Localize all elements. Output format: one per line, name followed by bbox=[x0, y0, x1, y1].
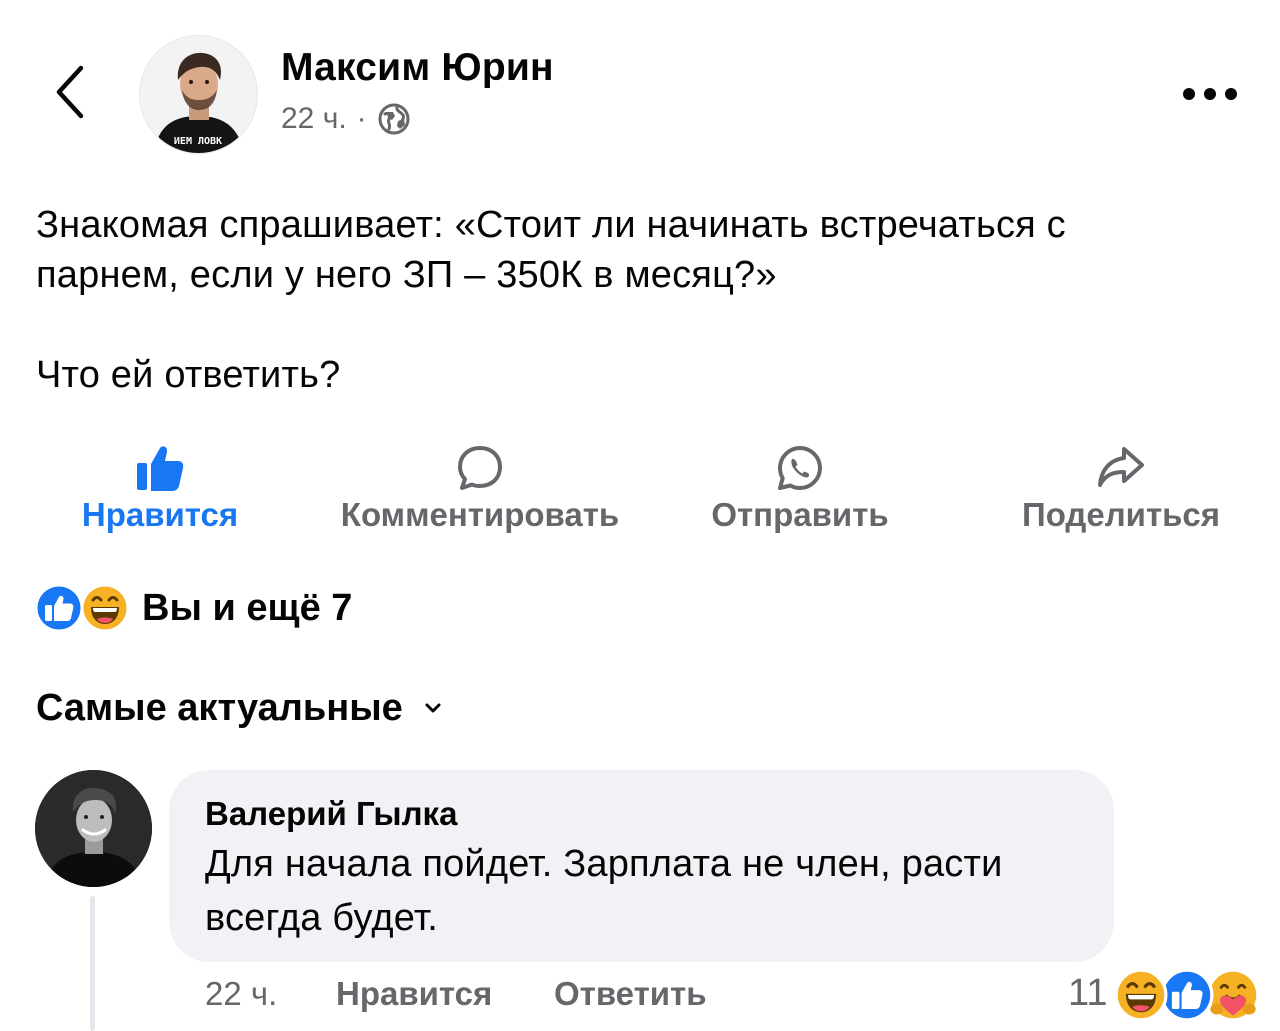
like-button-label: Нравится bbox=[81, 496, 239, 533]
thumbs-up-icon bbox=[137, 446, 184, 491]
avatar-shirt-print: ИЕМ ЛОВК bbox=[174, 136, 222, 147]
post-time[interactable]: 22 ч. bbox=[281, 102, 347, 136]
reactions-summary[interactable]: Вы и ещё 7 bbox=[34, 582, 352, 634]
comment-like-button[interactable]: Нравится bbox=[336, 975, 492, 1013]
post-text-line: парнем, если у него ЗП – 350К в месяц?» bbox=[36, 254, 777, 296]
comment-button-label: Комментировать bbox=[340, 496, 620, 533]
comment-reaction-count[interactable]: 11 bbox=[1068, 972, 1107, 1015]
comments-sort-dropdown[interactable]: Самые актуальные bbox=[36, 683, 441, 733]
share-button[interactable]: Поделиться bbox=[1010, 440, 1232, 540]
post-text-line: Что ей ответить? bbox=[36, 354, 341, 396]
send-button[interactable]: Отправить bbox=[690, 440, 910, 540]
comment-text-line: всегда будет. bbox=[205, 897, 438, 939]
comment-author-avatar[interactable] bbox=[35, 770, 152, 887]
comment-text-line: Для начала пойдет. Зарплата не член, рас… bbox=[205, 843, 1003, 885]
care-reaction-icon bbox=[1206, 968, 1260, 1027]
avatar-photo bbox=[35, 770, 152, 887]
globe-icon bbox=[378, 103, 410, 135]
comment-button[interactable]: Комментировать bbox=[320, 440, 640, 540]
share-arrow-icon bbox=[1098, 447, 1144, 487]
like-reaction-icon bbox=[1160, 968, 1214, 1027]
sort-label: Самые актуальные bbox=[36, 686, 403, 729]
share-button-label: Поделиться bbox=[1021, 496, 1221, 533]
comment-text: Для начала пойдет. Зарплата не член, рас… bbox=[205, 837, 1095, 945]
comment-time[interactable]: 22 ч. bbox=[205, 975, 277, 1013]
avatar-photo: ИЕМ ЛОВК bbox=[140, 36, 257, 153]
comment-reactions[interactable] bbox=[1114, 968, 1264, 1024]
whatsapp-icon bbox=[778, 446, 822, 490]
comment-icon bbox=[458, 446, 502, 490]
chevron-left-icon bbox=[56, 65, 84, 119]
haha-reaction-icon bbox=[80, 583, 130, 638]
more-options-button[interactable] bbox=[1176, 72, 1244, 116]
like-button[interactable]: Нравится bbox=[56, 440, 264, 540]
chevron-down-icon bbox=[425, 703, 441, 713]
thread-line bbox=[90, 896, 95, 1031]
post-text-line: Знакомая спрашивает: «Стоит ли начинать … bbox=[36, 204, 1066, 246]
post-meta: 22 ч. · bbox=[281, 102, 411, 136]
back-button[interactable] bbox=[40, 56, 100, 128]
comment-reply-button[interactable]: Ответить bbox=[554, 975, 707, 1013]
post-author-name[interactable]: Максим Юрин bbox=[281, 46, 554, 90]
post-text: Знакомая спрашивает: «Стоит ли начинать … bbox=[36, 200, 1246, 400]
comment-author-name[interactable]: Валерий Гылка bbox=[205, 795, 457, 833]
send-button-label: Отправить bbox=[711, 496, 889, 533]
author-avatar[interactable]: ИЕМ ЛОВК bbox=[139, 35, 258, 154]
like-reaction-icon bbox=[34, 583, 84, 638]
reactions-summary-text: Вы и ещё 7 bbox=[142, 586, 353, 629]
more-dots-icon bbox=[1183, 88, 1237, 100]
haha-reaction-icon bbox=[1114, 968, 1168, 1027]
meta-separator: · bbox=[356, 102, 367, 135]
